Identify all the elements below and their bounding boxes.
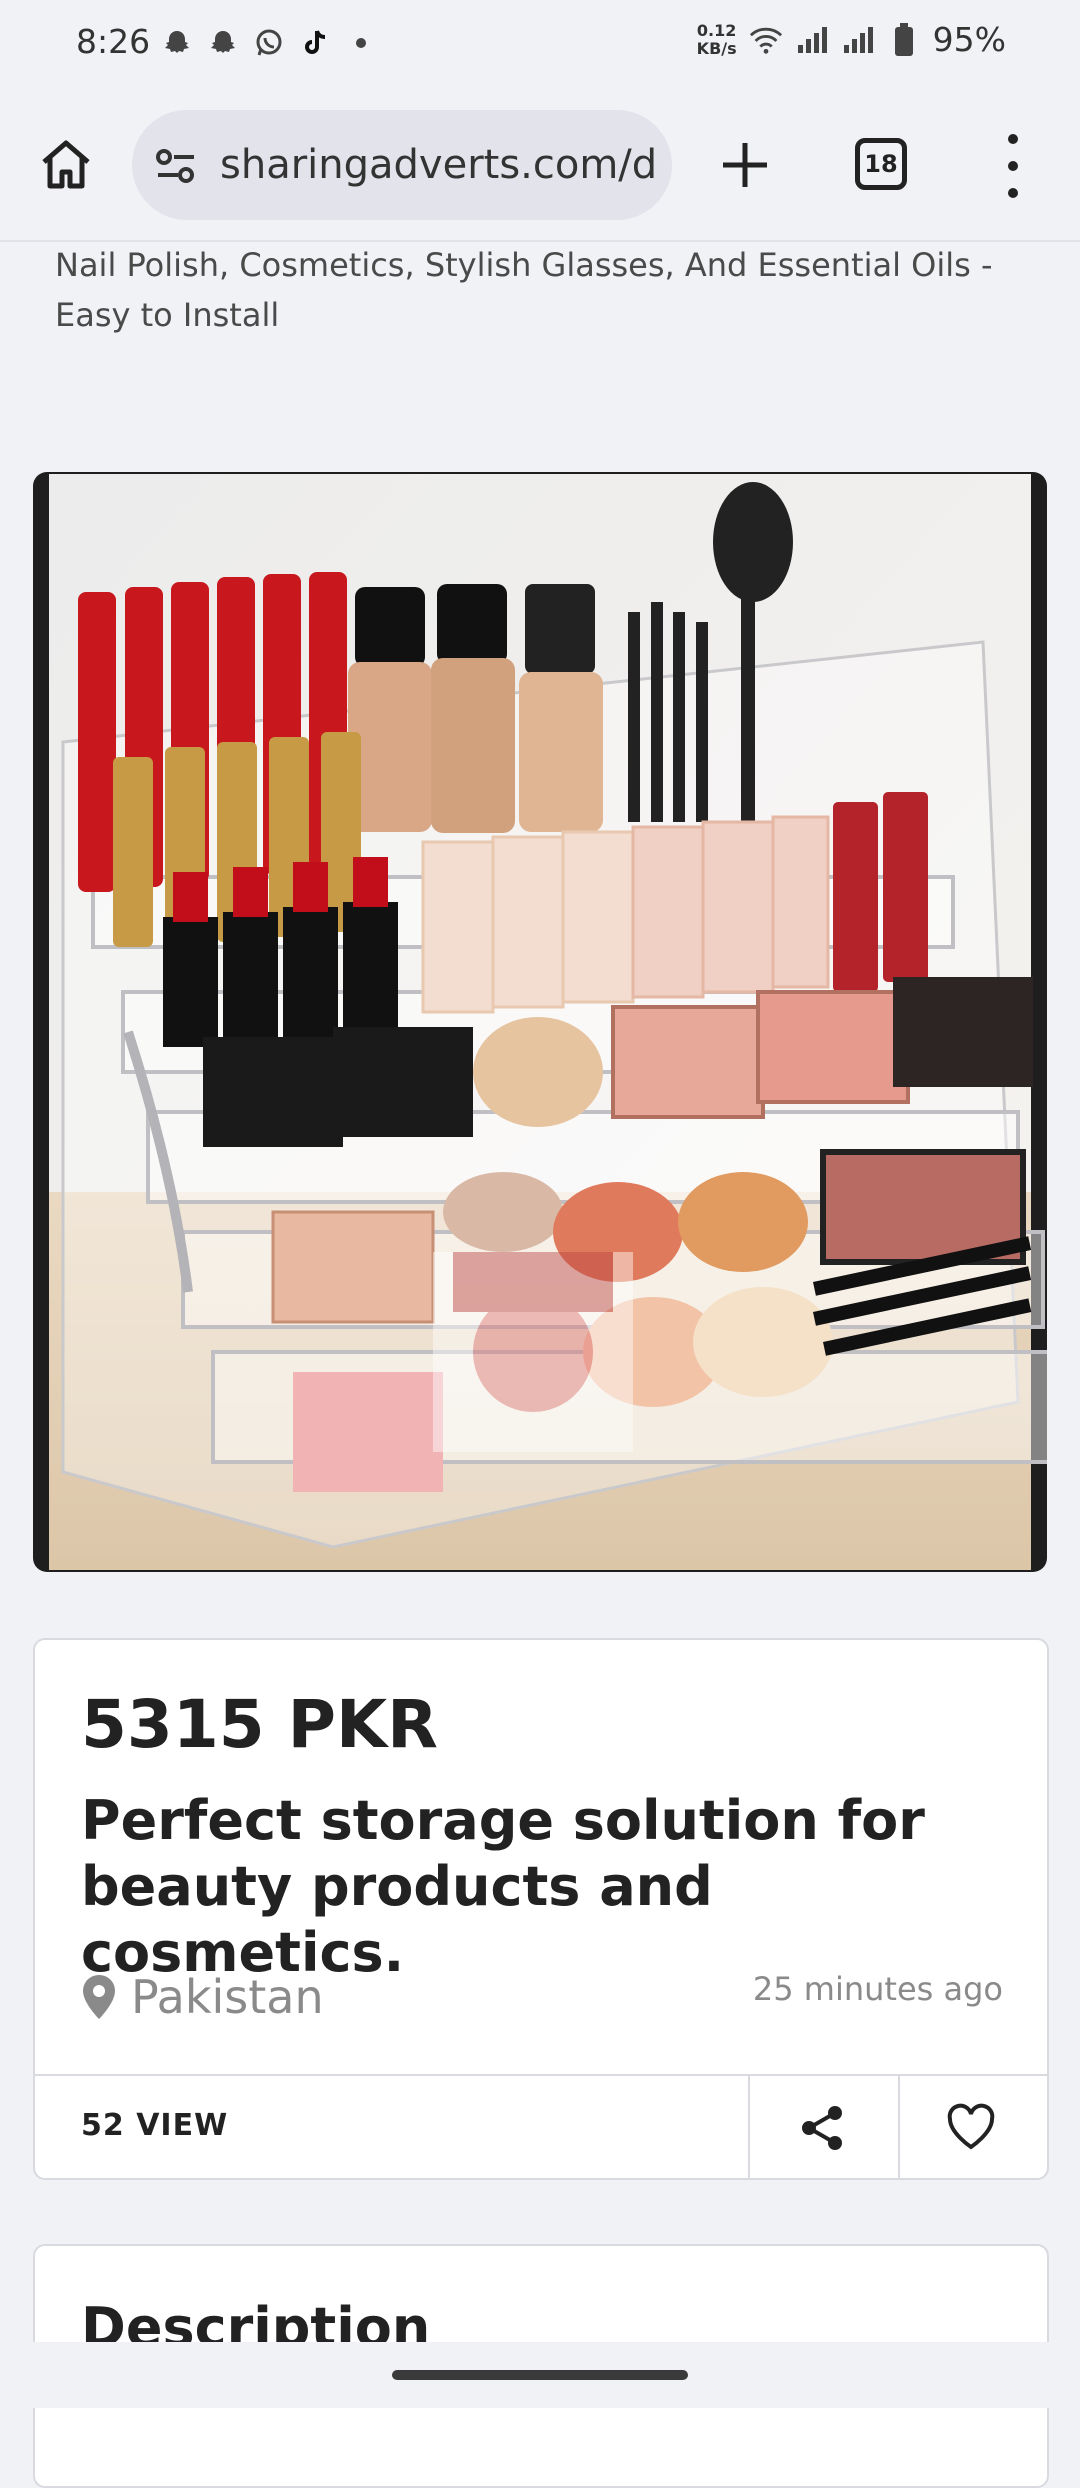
snapchat-icon — [160, 26, 194, 60]
more-menu-button[interactable] — [995, 134, 1031, 198]
share-icon — [802, 2106, 842, 2150]
status-time: 8:26 — [76, 22, 151, 61]
network-speed-value: 0.12 — [696, 20, 737, 40]
wifi-icon — [749, 23, 783, 57]
location-text: Pakistan — [131, 1970, 324, 2024]
cosmetics-organizer-image — [49, 474, 1047, 1570]
view-count: 52 VIEW — [81, 2108, 229, 2143]
plus-icon — [723, 143, 767, 187]
network-speed: 0.12 KB/s — [696, 20, 737, 58]
address-bar[interactable]: sharingadverts.com/d — [132, 110, 672, 220]
network-speed-unit: KB/s — [696, 38, 737, 58]
location-pin-icon — [83, 1975, 115, 2019]
whatsapp-icon — [252, 26, 286, 60]
dot-icon — [344, 26, 378, 60]
listing-location: Pakistan — [81, 1970, 324, 2024]
site-settings-icon[interactable] — [154, 144, 198, 188]
product-subtitle: Nail Polish, Cosmetics, Stylish Glasses,… — [55, 246, 993, 334]
tiktok-icon — [298, 26, 332, 60]
tab-switcher-button[interactable]: 18 — [855, 138, 907, 190]
new-tab-button[interactable] — [712, 132, 778, 198]
system-nav-bar — [0, 2342, 1080, 2408]
product-image[interactable] — [33, 472, 1047, 1572]
browser-toolbar: sharingadverts.com/d 18 — [0, 90, 1080, 242]
card-divider — [35, 2074, 1047, 2076]
listing-price: 5315 PKR — [81, 1686, 439, 1763]
favorite-button[interactable] — [945, 2102, 997, 2154]
battery-percentage: 95% — [932, 20, 1006, 59]
divider — [898, 2076, 900, 2178]
status-right: 0.12 KB/s 95% — [697, 20, 1006, 59]
listing-card: 5315 PKR Perfect storage solution for be… — [33, 1638, 1049, 2180]
menu-dot — [1008, 161, 1018, 171]
notification-icons — [160, 26, 378, 60]
menu-dot — [1008, 188, 1018, 198]
battery-icon — [887, 22, 921, 57]
signal-icon — [795, 23, 829, 57]
menu-dot — [1008, 134, 1018, 144]
share-button[interactable] — [797, 2102, 849, 2154]
heart-icon — [947, 2103, 995, 2150]
listing-title: Perfect storage solution for beauty prod… — [81, 1789, 925, 1984]
signal-icon — [841, 23, 875, 57]
divider — [748, 2076, 750, 2178]
home-icon — [42, 140, 90, 189]
home-button[interactable] — [34, 132, 98, 196]
status-bar: 8:26 0.12 KB/s 95% — [0, 0, 1080, 90]
posted-time: 25 minutes ago — [752, 1970, 1003, 2008]
snapchat-icon — [206, 26, 240, 60]
url-text[interactable]: sharingadverts.com/d — [220, 142, 657, 188]
gesture-handle[interactable] — [392, 2370, 688, 2380]
